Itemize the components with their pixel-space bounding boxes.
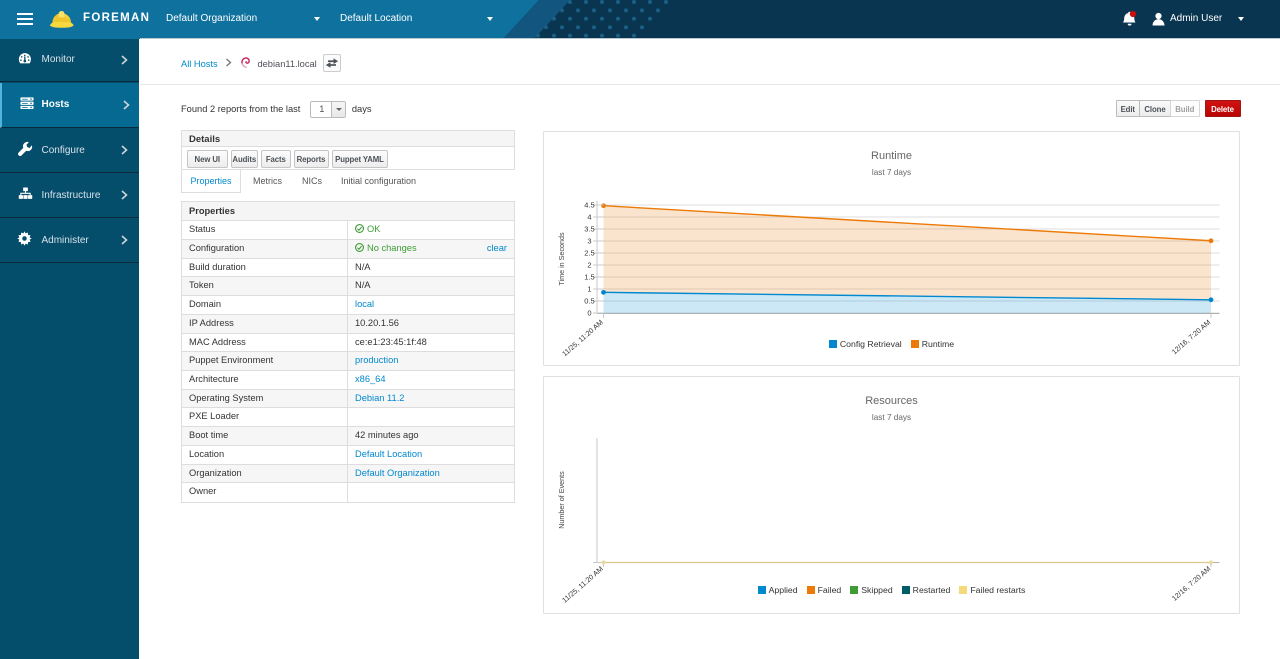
svg-text:4.5: 4.5 [584, 201, 594, 210]
svg-text:12/16, 7:20 AM: 12/16, 7:20 AM [1170, 318, 1212, 357]
svg-text:11/25, 11:20 AM: 11/25, 11:20 AM [560, 318, 605, 358]
svg-text:3: 3 [587, 237, 591, 246]
svg-text:1: 1 [587, 285, 591, 294]
svg-text:2.5: 2.5 [584, 249, 594, 258]
svg-text:2: 2 [587, 261, 591, 270]
svg-text:0.5: 0.5 [584, 297, 594, 306]
svg-text:Time in Seconds: Time in Seconds [557, 232, 566, 286]
svg-text:1.5: 1.5 [584, 273, 594, 282]
svg-text:3.5: 3.5 [584, 225, 594, 234]
svg-text:0: 0 [587, 309, 591, 318]
svg-text:12/16, 7:20 AM: 12/16, 7:20 AM [1170, 564, 1212, 603]
svg-text:Number of Events: Number of Events [557, 471, 566, 529]
svg-text:4: 4 [587, 213, 591, 222]
